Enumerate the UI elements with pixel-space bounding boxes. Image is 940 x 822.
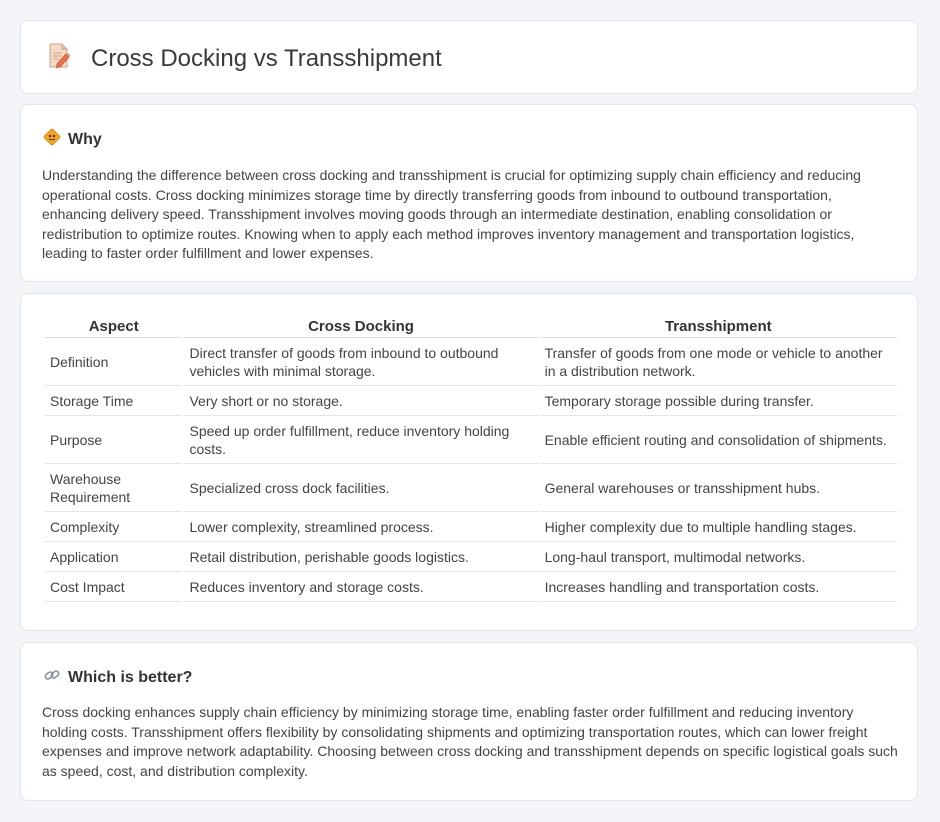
row-aspect: Warehouse Requirement	[45, 464, 183, 512]
row-aspect: Definition	[45, 338, 183, 386]
why-section: Why Understanding the difference between…	[20, 104, 918, 282]
row-cross-docking: Speed up order fulfillment, reduce inven…	[184, 416, 538, 464]
row-cross-docking: Lower complexity, streamlined process.	[184, 512, 538, 542]
table-row: Warehouse Requirement Specialized cross …	[45, 464, 897, 512]
row-aspect: Complexity	[45, 512, 183, 542]
diamond-sign-icon	[43, 128, 68, 151]
table-row: Cost Impact Reduces inventory and storag…	[45, 572, 897, 602]
which-better-section: Which is better? Cross docking enhances …	[20, 642, 918, 801]
row-transshipment: Temporary storage possible during transf…	[539, 386, 897, 416]
why-title: Why	[68, 130, 102, 148]
header-card: Cross Docking vs Transshipment	[20, 20, 918, 94]
row-cross-docking: Specialized cross dock facilities.	[184, 464, 538, 512]
row-aspect: Application	[45, 542, 183, 572]
row-aspect: Purpose	[45, 416, 183, 464]
row-cross-docking: Retail distribution, perishable goods lo…	[184, 542, 538, 572]
better-title: Which is better?	[68, 668, 193, 686]
header-aspect: Aspect	[45, 316, 183, 338]
header-transshipment: Transshipment	[539, 316, 897, 338]
row-transshipment: General warehouses or transshipment hubs…	[539, 464, 897, 512]
page-title: Cross Docking vs Transshipment	[91, 44, 442, 72]
document-edit-icon	[47, 43, 91, 74]
why-heading: Why	[43, 128, 102, 151]
row-aspect: Cost Impact	[45, 572, 183, 602]
title-row: Cross Docking vs Transshipment	[47, 43, 442, 74]
row-cross-docking: Direct transfer of goods from inbound to…	[184, 338, 538, 386]
table-row: Complexity Lower complexity, streamlined…	[45, 512, 897, 542]
why-text: Understanding the difference between cro…	[42, 167, 861, 261]
table-row: Storage Time Very short or no storage. T…	[45, 386, 897, 416]
row-cross-docking: Reduces inventory and storage costs.	[184, 572, 538, 602]
row-transshipment: Enable efficient routing and consolidati…	[539, 416, 897, 464]
comparison-table: Aspect Cross Docking Transshipment Defin…	[43, 316, 899, 602]
row-transshipment: Long-haul transport, multimodal networks…	[539, 542, 897, 572]
link-icon	[43, 666, 68, 689]
header-cross-docking: Cross Docking	[184, 316, 538, 338]
table-header-row: Aspect Cross Docking Transshipment	[45, 316, 897, 338]
better-heading: Which is better?	[43, 666, 192, 689]
row-cross-docking: Very short or no storage.	[184, 386, 538, 416]
comparison-section: Aspect Cross Docking Transshipment Defin…	[20, 293, 918, 631]
table-row: Definition Direct transfer of goods from…	[45, 338, 897, 386]
row-transshipment: Increases handling and transportation co…	[539, 572, 897, 602]
row-transshipment: Transfer of goods from one mode or vehic…	[539, 338, 897, 386]
row-transshipment: Higher complexity due to multiple handli…	[539, 512, 897, 542]
table-row: Application Retail distribution, perisha…	[45, 542, 897, 572]
better-text: Cross docking enhances supply chain effi…	[42, 704, 898, 779]
table-row: Purpose Speed up order fulfillment, redu…	[45, 416, 897, 464]
row-aspect: Storage Time	[45, 386, 183, 416]
